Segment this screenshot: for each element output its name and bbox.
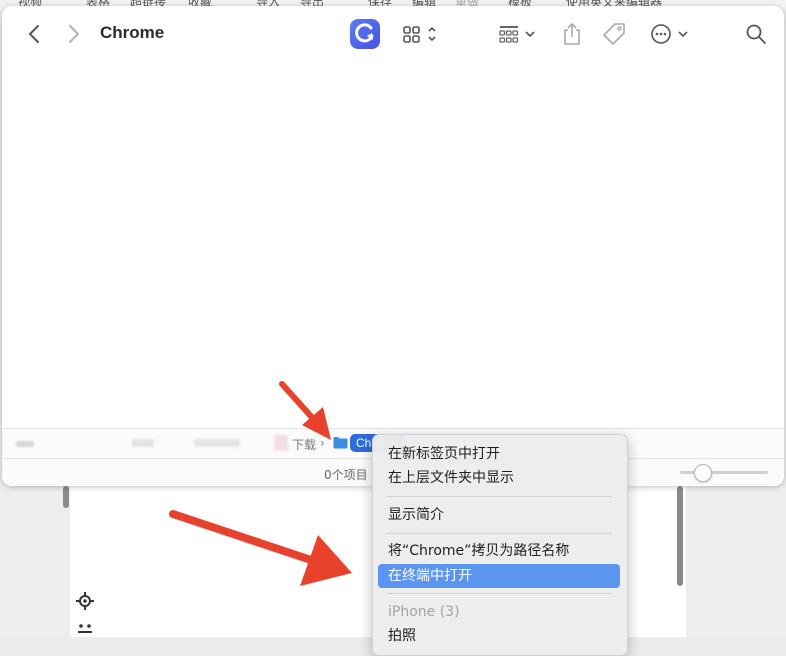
annotation-arrow-pathbar [279, 381, 331, 440]
annotation-arrow-terminal [169, 510, 352, 586]
annotation-arrows [169, 381, 352, 586]
